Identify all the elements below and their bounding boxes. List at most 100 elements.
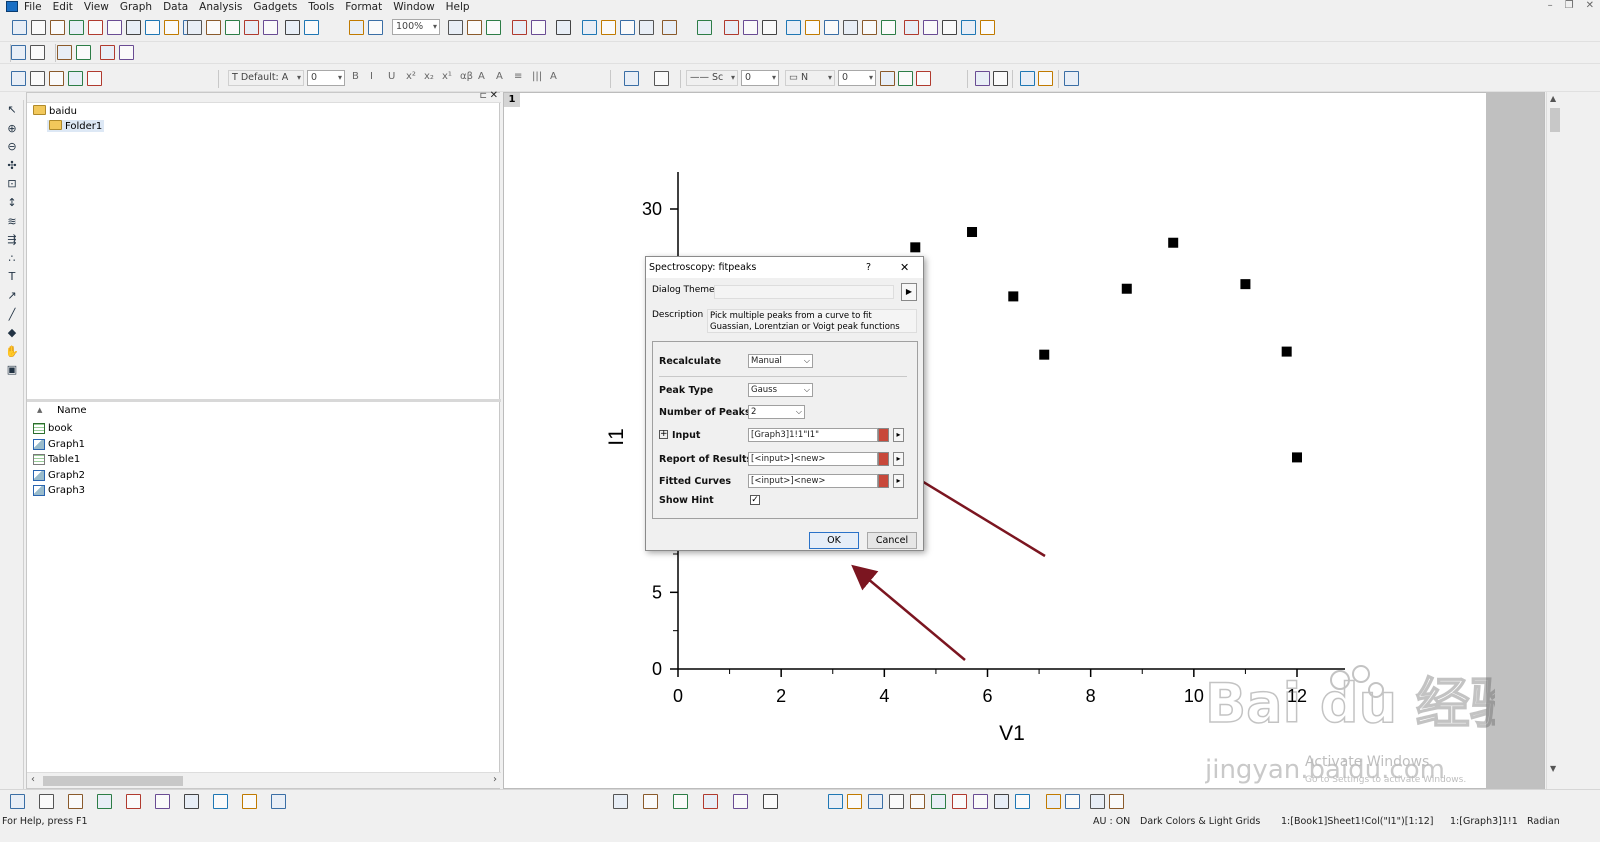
bottom-tool-icon[interactable]	[1109, 794, 1124, 809]
bottom-tool-icon[interactable]	[1090, 794, 1105, 809]
standard-tool-icon[interactable]	[862, 20, 877, 35]
report-field[interactable]: [<input>]<new>	[748, 452, 878, 466]
theme-menu-button[interactable]: ▶	[901, 283, 917, 301]
bottom-tool-icon[interactable]	[39, 794, 54, 809]
standard-tool-icon[interactable]	[762, 20, 777, 35]
report-pick-icon[interactable]	[878, 452, 889, 466]
standard-tool-icon[interactable]	[961, 20, 976, 35]
data-tool-icon[interactable]	[49, 71, 64, 86]
standard-tool-icon[interactable]	[69, 20, 84, 35]
standard-tool-icon[interactable]	[556, 20, 571, 35]
bottom-tool-icon[interactable]	[10, 794, 25, 809]
standard-tool-icon[interactable]	[881, 20, 896, 35]
bottom-tool-icon[interactable]	[643, 794, 658, 809]
num-peaks-select[interactable]: 2 ⌵	[748, 405, 805, 419]
standard-tool-icon[interactable]	[512, 20, 527, 35]
bottom-tool-icon[interactable]	[97, 794, 112, 809]
arrange-tool-icon[interactable]	[76, 45, 91, 60]
standard-tool-icon[interactable]	[448, 20, 463, 35]
format-text-icon[interactable]: I	[370, 71, 373, 82]
standard-tool-icon[interactable]	[187, 20, 202, 35]
format-tool-icon[interactable]	[1064, 71, 1079, 86]
format-text-icon[interactable]: B	[352, 71, 359, 82]
peak-type-select[interactable]: Gauss ⌵	[748, 383, 813, 397]
bottom-tool-icon[interactable]	[1046, 794, 1061, 809]
input-field[interactable]: [Graph3]1!1"I1"	[748, 428, 878, 442]
data-tool-icon[interactable]	[68, 71, 83, 86]
format-tool-icon[interactable]	[1020, 71, 1035, 86]
standard-tool-icon[interactable]	[743, 20, 758, 35]
standard-tool-icon[interactable]	[724, 20, 739, 35]
bottom-tool-icon[interactable]	[613, 794, 628, 809]
standard-tool-icon[interactable]	[923, 20, 938, 35]
arrange-tool-icon[interactable]	[11, 45, 26, 60]
fitted-menu-button[interactable]: ▸	[893, 474, 904, 488]
bottom-tool-icon[interactable]	[242, 794, 257, 809]
bottom-tool-icon[interactable]	[673, 794, 688, 809]
standard-tool-icon[interactable]	[805, 20, 820, 35]
format-tool-icon[interactable]	[1038, 71, 1053, 86]
theme-field[interactable]	[714, 285, 894, 299]
format-text-icon[interactable]: A	[496, 71, 503, 82]
close-button[interactable]: ✕	[900, 257, 909, 278]
input-pick-icon[interactable]	[878, 428, 889, 442]
standard-tool-icon[interactable]	[824, 20, 839, 35]
input-menu-button[interactable]: ▸	[893, 428, 904, 442]
bottom-tool-icon[interactable]	[828, 794, 843, 809]
format-text-icon[interactable]: U	[388, 71, 395, 82]
bottom-tool-icon[interactable]	[155, 794, 170, 809]
standard-tool-icon[interactable]	[786, 20, 801, 35]
cancel-button[interactable]: Cancel	[867, 532, 917, 549]
standard-tool-icon[interactable]	[304, 20, 319, 35]
format-text-icon[interactable]: x²	[406, 71, 416, 82]
data-tool-icon[interactable]	[11, 71, 26, 86]
standard-tool-icon[interactable]	[285, 20, 300, 35]
bottom-tool-icon[interactable]	[868, 794, 883, 809]
bottom-tool-icon[interactable]	[994, 794, 1009, 809]
standard-tool-icon[interactable]	[12, 20, 27, 35]
format-text-icon[interactable]: ≡	[514, 71, 522, 82]
standard-tool-icon[interactable]	[582, 20, 597, 35]
recalculate-select[interactable]: Manual ⌵	[748, 354, 813, 368]
standard-tool-icon[interactable]	[145, 20, 160, 35]
format-tool-icon[interactable]	[654, 71, 669, 86]
standard-tool-icon[interactable]	[349, 20, 364, 35]
standard-tool-icon[interactable]	[639, 20, 654, 35]
format-text-icon[interactable]: αβ	[460, 71, 473, 82]
ok-button[interactable]: OK	[809, 532, 859, 549]
bottom-tool-icon[interactable]	[213, 794, 228, 809]
bottom-tool-icon[interactable]	[271, 794, 286, 809]
report-menu-button[interactable]: ▸	[893, 452, 904, 466]
standard-tool-icon[interactable]	[126, 20, 141, 35]
standard-tool-icon[interactable]	[904, 20, 919, 35]
bottom-tool-icon[interactable]	[763, 794, 778, 809]
format-text-icon[interactable]: |||	[532, 71, 542, 82]
bottom-tool-icon[interactable]	[126, 794, 141, 809]
bottom-tool-icon[interactable]	[1065, 794, 1080, 809]
standard-tool-icon[interactable]	[263, 20, 278, 35]
bottom-tool-icon[interactable]	[931, 794, 946, 809]
format-tool-icon[interactable]	[916, 71, 931, 86]
arrange-tool-icon[interactable]	[57, 45, 72, 60]
format-text-icon[interactable]: x₂	[424, 71, 434, 82]
help-button[interactable]: ?	[866, 257, 871, 278]
standard-tool-icon[interactable]	[206, 20, 221, 35]
bottom-tool-icon[interactable]	[910, 794, 925, 809]
standard-tool-icon[interactable]	[843, 20, 858, 35]
standard-tool-icon[interactable]	[662, 20, 677, 35]
arrange-tool-icon[interactable]	[100, 45, 115, 60]
format-text-icon[interactable]: x¹	[442, 71, 452, 82]
standard-tool-icon[interactable]	[107, 20, 122, 35]
standard-tool-icon[interactable]	[486, 20, 501, 35]
show-hint-checkbox[interactable]: ✓	[750, 495, 760, 505]
bottom-tool-icon[interactable]	[889, 794, 904, 809]
arrange-tool-icon[interactable]	[119, 45, 134, 60]
format-tool-icon[interactable]	[880, 71, 895, 86]
standard-tool-icon[interactable]	[225, 20, 240, 35]
format-tool-icon[interactable]	[993, 71, 1008, 86]
bottom-tool-icon[interactable]	[952, 794, 967, 809]
bottom-tool-icon[interactable]	[68, 794, 83, 809]
standard-tool-icon[interactable]	[368, 20, 383, 35]
standard-tool-icon[interactable]	[980, 20, 995, 35]
bottom-tool-icon[interactable]	[973, 794, 988, 809]
